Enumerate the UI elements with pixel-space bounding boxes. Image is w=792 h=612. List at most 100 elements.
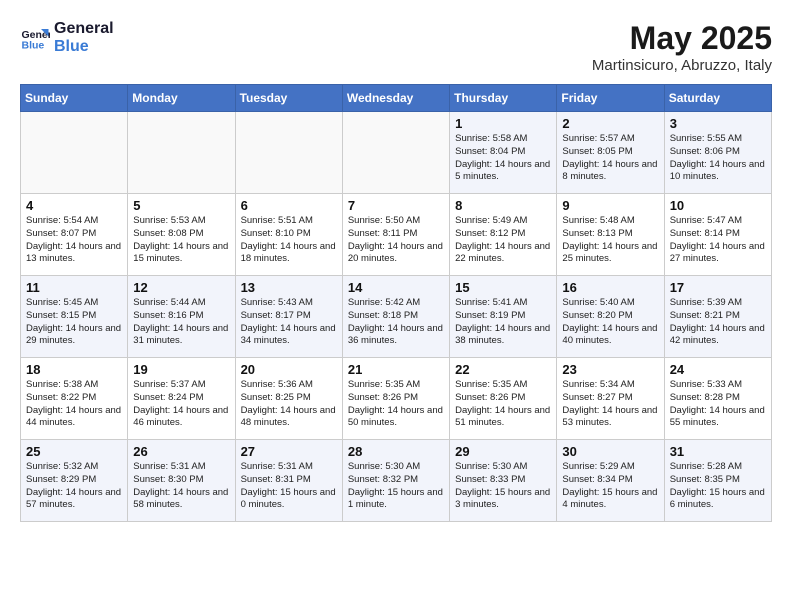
day-number: 31 (670, 444, 766, 459)
calendar-cell: 6Sunrise: 5:51 AM Sunset: 8:10 PM Daylig… (235, 194, 342, 276)
day-number: 1 (455, 116, 551, 131)
calendar-cell: 1 Sunrise: 5:58 AM Sunset: 8:04 PM Daylig… (450, 112, 557, 194)
calendar-cell: 13 Sunrise: 5:43 AM Sunset: 8:17 PM Dayli… (235, 276, 342, 358)
day-info: Sunrise: 5:31 AM Sunset: 8:30 PM Dayligh… (133, 461, 229, 512)
logo-blue: Blue (54, 38, 114, 56)
calendar-cell: 21 Sunrise: 5:35 AM Sunset: 8:26 PM Dayli… (342, 358, 449, 440)
day-info: Sunrise: 5:44 AM Sunset: 8:16 PM Dayligh… (133, 297, 229, 348)
day-number: 27 (241, 444, 337, 459)
day-number: 18 (26, 362, 122, 377)
calendar-cell: 29Sunrise: 5:30 AM Sunset: 8:33 PM Dayli… (450, 440, 557, 522)
calendar-cell (128, 112, 235, 194)
day-number: 2 (562, 116, 658, 131)
calendar-cell: 3 Sunrise: 5:55 AM Sunset: 8:06 PM Daylig… (664, 112, 771, 194)
day-info: Sunrise: 5:40 AM Sunset: 8:20 PM Dayligh… (562, 297, 658, 348)
calendar-cell: 14 Sunrise: 5:42 AM Sunset: 8:18 PM Dayli… (342, 276, 449, 358)
day-number: 29 (455, 444, 551, 459)
month-title: May 2025 (592, 20, 772, 57)
calendar-cell (342, 112, 449, 194)
day-info: Sunrise: 5:54 AM Sunset: 8:07 PM Dayligh… (26, 215, 122, 266)
day-number: 19 (133, 362, 229, 377)
day-number: 24 (670, 362, 766, 377)
day-info: Sunrise: 5:55 AM Sunset: 8:06 PM Dayligh… (670, 133, 766, 184)
logo: General Blue General Blue (20, 20, 114, 55)
day-number: 13 (241, 280, 337, 295)
day-info: Sunrise: 5:57 AM Sunset: 8:05 PM Dayligh… (562, 133, 658, 184)
calendar-cell: 24 Sunrise: 5:33 AM Sunset: 8:28 PM Dayli… (664, 358, 771, 440)
location-subtitle: Martinsicuro, Abruzzo, Italy (592, 57, 772, 74)
weekday-header-friday: Friday (557, 85, 664, 112)
day-info: Sunrise: 5:53 AM Sunset: 8:08 PM Dayligh… (133, 215, 229, 266)
calendar-cell: 9 Sunrise: 5:48 AM Sunset: 8:13 PM Daylig… (557, 194, 664, 276)
day-number: 22 (455, 362, 551, 377)
day-info: Sunrise: 5:42 AM Sunset: 8:18 PM Dayligh… (348, 297, 444, 348)
day-number: 20 (241, 362, 337, 377)
day-info: Sunrise: 5:34 AM Sunset: 8:27 PM Dayligh… (562, 379, 658, 430)
calendar-cell: 16 Sunrise: 5:40 AM Sunset: 8:20 PM Dayli… (557, 276, 664, 358)
day-number: 12 (133, 280, 229, 295)
day-info: Sunrise: 5:41 AM Sunset: 8:19 PM Dayligh… (455, 297, 551, 348)
day-number: 23 (562, 362, 658, 377)
day-info: Sunrise: 5:35 AM Sunset: 8:26 PM Dayligh… (348, 379, 444, 430)
calendar-cell: 4 Sunrise: 5:54 AM Sunset: 8:07 PM Daylig… (21, 194, 128, 276)
day-info: Sunrise: 5:48 AM Sunset: 8:13 PM Dayligh… (562, 215, 658, 266)
calendar-cell (235, 112, 342, 194)
calendar-cell: 7Sunrise: 5:50 AM Sunset: 8:11 PM Daylig… (342, 194, 449, 276)
weekday-header-sunday: Sunday (21, 85, 128, 112)
logo-icon: General Blue (20, 23, 50, 53)
calendar-cell: 5 Sunrise: 5:53 AM Sunset: 8:08 PM Daylig… (128, 194, 235, 276)
calendar-cell: 2 Sunrise: 5:57 AM Sunset: 8:05 PM Daylig… (557, 112, 664, 194)
day-info: Sunrise: 5:33 AM Sunset: 8:28 PM Dayligh… (670, 379, 766, 430)
day-info: Sunrise: 5:35 AM Sunset: 8:26 PM Dayligh… (455, 379, 551, 430)
day-info: Sunrise: 5:58 AM Sunset: 8:04 PM Dayligh… (455, 133, 551, 184)
day-number: 9 (562, 198, 658, 213)
calendar-header: SundayMondayTuesdayWednesdayThursdayFrid… (21, 85, 772, 112)
day-info: Sunrise: 5:28 AM Sunset: 8:35 PM Dayligh… (670, 461, 766, 512)
logo-general: General (54, 20, 114, 38)
day-number: 30 (562, 444, 658, 459)
day-number: 3 (670, 116, 766, 131)
day-number: 4 (26, 198, 122, 213)
day-info: Sunrise: 5:49 AM Sunset: 8:12 PM Dayligh… (455, 215, 551, 266)
calendar-cell: 12 Sunrise: 5:44 AM Sunset: 8:16 PM Dayli… (128, 276, 235, 358)
calendar-cell: 15 Sunrise: 5:41 AM Sunset: 8:19 PM Dayli… (450, 276, 557, 358)
title-block: May 2025 Martinsicuro, Abruzzo, Italy (592, 20, 772, 74)
day-info: Sunrise: 5:47 AM Sunset: 8:14 PM Dayligh… (670, 215, 766, 266)
day-number: 21 (348, 362, 444, 377)
day-number: 10 (670, 198, 766, 213)
day-number: 15 (455, 280, 551, 295)
calendar-cell (21, 112, 128, 194)
day-number: 11 (26, 280, 122, 295)
calendar-cell: 28 Sunrise: 5:30 AM Sunset: 8:32 PM Dayli… (342, 440, 449, 522)
day-number: 25 (26, 444, 122, 459)
calendar-table: SundayMondayTuesdayWednesdayThursdayFrid… (20, 84, 772, 522)
svg-text:Blue: Blue (22, 39, 45, 51)
calendar-cell: 18 Sunrise: 5:38 AM Sunset: 8:22 PM Dayli… (21, 358, 128, 440)
day-number: 26 (133, 444, 229, 459)
calendar-cell: 26 Sunrise: 5:31 AM Sunset: 8:30 PM Dayli… (128, 440, 235, 522)
calendar-cell: 23 Sunrise: 5:34 AM Sunset: 8:27 PM Dayli… (557, 358, 664, 440)
day-info: Sunrise: 5:39 AM Sunset: 8:21 PM Dayligh… (670, 297, 766, 348)
day-info: Sunrise: 5:36 AM Sunset: 8:25 PM Dayligh… (241, 379, 337, 430)
day-number: 28 (348, 444, 444, 459)
weekday-header-monday: Monday (128, 85, 235, 112)
day-info: Sunrise: 5:30 AM Sunset: 8:32 PM Dayligh… (348, 461, 444, 512)
day-number: 8 (455, 198, 551, 213)
weekday-header-wednesday: Wednesday (342, 85, 449, 112)
weekday-header-tuesday: Tuesday (235, 85, 342, 112)
calendar-cell: 17 Sunrise: 5:39 AM Sunset: 8:21 PM Dayli… (664, 276, 771, 358)
day-info: Sunrise: 5:43 AM Sunset: 8:17 PM Dayligh… (241, 297, 337, 348)
calendar-cell: 20 Sunrise: 5:36 AM Sunset: 8:25 PM Dayli… (235, 358, 342, 440)
day-info: Sunrise: 5:38 AM Sunset: 8:22 PM Dayligh… (26, 379, 122, 430)
day-number: 16 (562, 280, 658, 295)
day-number: 5 (133, 198, 229, 213)
calendar-cell: 8 Sunrise: 5:49 AM Sunset: 8:12 PM Daylig… (450, 194, 557, 276)
day-info: Sunrise: 5:29 AM Sunset: 8:34 PM Dayligh… (562, 461, 658, 512)
weekday-header-thursday: Thursday (450, 85, 557, 112)
day-number: 14 (348, 280, 444, 295)
day-number: 17 (670, 280, 766, 295)
calendar-cell: 10 Sunrise: 5:47 AM Sunset: 8:14 PM Dayli… (664, 194, 771, 276)
day-info: Sunrise: 5:45 AM Sunset: 8:15 PM Dayligh… (26, 297, 122, 348)
day-number: 6 (241, 198, 337, 213)
calendar-cell: 31 Sunrise: 5:28 AM Sunset: 8:35 PM Dayli… (664, 440, 771, 522)
